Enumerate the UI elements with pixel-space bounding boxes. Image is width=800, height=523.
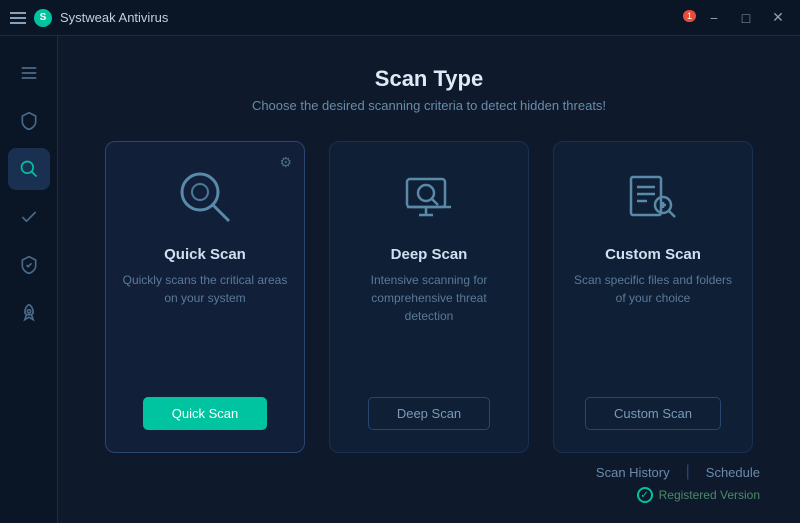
main-layout: Scan Type Choose the desired scanning cr… xyxy=(0,36,800,523)
quick-scan-title: Quick Scan xyxy=(164,246,246,263)
search-icon xyxy=(19,159,39,179)
page-title: Scan Type xyxy=(98,66,760,92)
rocket-icon xyxy=(19,303,39,323)
deep-scan-card[interactable]: Deep Scan Intensive scanning for compreh… xyxy=(329,141,529,453)
sidebar-item-shield[interactable] xyxy=(8,100,50,142)
notification-badge[interactable]: 1 xyxy=(683,10,696,22)
quick-scan-card[interactable]: ⚙ Quick Scan Quickly scans the critical … xyxy=(105,141,305,453)
registered-text: Registered Version xyxy=(659,488,760,502)
deep-scan-button[interactable]: Deep Scan xyxy=(368,397,490,430)
quick-scan-icon xyxy=(170,162,240,232)
sidebar-item-rocket[interactable] xyxy=(8,292,50,334)
sidebar xyxy=(0,36,58,523)
sidebar-item-shield2[interactable] xyxy=(8,244,50,286)
content-area: Scan Type Choose the desired scanning cr… xyxy=(58,36,800,523)
app-logo: S xyxy=(34,9,52,27)
title-bar-controls: 1 − □ ✕ xyxy=(683,7,792,29)
custom-scan-button[interactable]: Custom Scan xyxy=(585,397,721,430)
sidebar-item-scan[interactable] xyxy=(8,148,50,190)
checkmark-icon xyxy=(19,207,39,227)
content-footer: Scan History | Schedule xyxy=(98,453,760,481)
hamburger-icon[interactable] xyxy=(10,12,26,24)
deep-scan-title: Deep Scan xyxy=(391,246,468,263)
quick-scan-desc: Quickly scans the critical areas on your… xyxy=(122,271,288,379)
deep-scan-desc: Intensive scanning for comprehensive thr… xyxy=(346,271,512,379)
custom-scan-icon xyxy=(618,162,688,232)
maximize-button[interactable]: □ xyxy=(732,7,760,29)
app-title-text: Systweak Antivirus xyxy=(60,10,168,25)
minimize-button[interactable]: − xyxy=(700,7,728,29)
custom-scan-title: Custom Scan xyxy=(605,246,701,263)
registered-icon: ✓ xyxy=(637,487,653,503)
title-bar-left: S Systweak Antivirus xyxy=(10,9,168,27)
sidebar-item-menu[interactable] xyxy=(8,52,50,94)
page-subtitle: Choose the desired scanning criteria to … xyxy=(98,98,760,113)
custom-scan-desc: Scan specific files and folders of your … xyxy=(570,271,736,379)
custom-scan-card[interactable]: Custom Scan Scan specific files and fold… xyxy=(553,141,753,453)
shield-icon xyxy=(19,111,39,131)
registered-version: ✓ Registered Version xyxy=(98,487,760,503)
shield2-icon xyxy=(19,255,39,275)
sidebar-item-check[interactable] xyxy=(8,196,50,238)
schedule-link[interactable]: Schedule xyxy=(706,465,760,480)
close-button[interactable]: ✕ xyxy=(764,7,792,29)
footer-separator: | xyxy=(686,463,690,481)
cards-container: ⚙ Quick Scan Quickly scans the critical … xyxy=(98,141,760,453)
title-bar: S Systweak Antivirus 1 − □ ✕ xyxy=(0,0,800,36)
deep-scan-icon xyxy=(394,162,464,232)
scan-history-link[interactable]: Scan History xyxy=(596,465,670,480)
quick-scan-button[interactable]: Quick Scan xyxy=(143,397,267,430)
gear-icon[interactable]: ⚙ xyxy=(279,154,292,171)
menu-icon xyxy=(19,63,39,83)
